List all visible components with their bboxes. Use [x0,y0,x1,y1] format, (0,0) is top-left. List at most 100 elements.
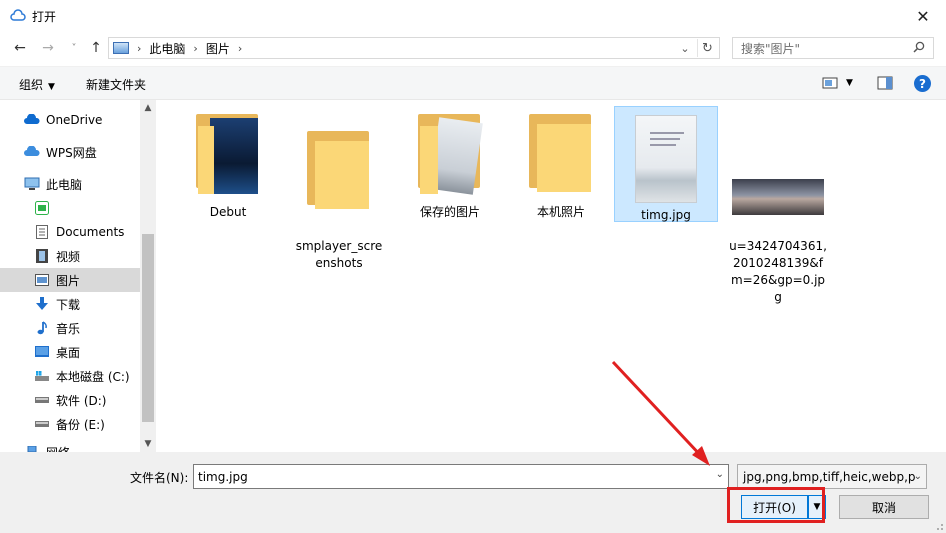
close-icon: ✕ [916,6,930,26]
sidebar-item-drive-c[interactable]: 本地磁盘 (C:) [0,364,140,388]
open-button[interactable]: 打开(O) [741,495,808,519]
up-button[interactable]: ↑ [86,38,106,58]
scrollbar-thumb[interactable] [142,234,154,422]
folder-thumbnail [196,114,260,198]
cancel-label: 取消 [871,500,896,515]
filename-label: 文件名(N): [130,471,189,485]
drive-c-icon [34,369,50,383]
open-options-dropdown[interactable]: ▼ [808,495,826,519]
drive-icon [34,393,50,407]
chevron-right-icon: › [137,41,142,55]
title-bar: 打开 ✕ [0,0,946,32]
sidebar-item-wps-cloud[interactable]: WPS网盘 [0,140,140,164]
file-item-timg[interactable]: timg.jpg [614,106,718,222]
filename-value: timg.jpg [198,469,248,484]
folder-thumbnail [418,114,483,198]
file-name: timg.jpg [641,208,691,222]
sidebar-item-label: 此电脑 [46,177,83,192]
sidebar-item-network[interactable]: 网络 [0,440,140,452]
address-dropdown-icon[interactable]: ⌄ [677,40,693,56]
cancel-button[interactable]: 取消 [839,495,929,519]
filetype-value: jpg,png,bmp,tiff,heic,webp,p [743,469,916,484]
file-item-baidu-image[interactable]: u=3424704361, 2010248139&f m=26&gp=0.jp … [726,162,830,323]
resize-grip-icon[interactable] [934,521,944,531]
folder-item-saved-pictures[interactable]: 保存的图片 [398,114,502,221]
music-icon [34,321,50,335]
breadcrumb-pictures[interactable]: 图片 [206,40,230,57]
file-name: Debut [209,205,247,219]
network-icon [24,445,40,452]
up-arrow-icon: ↑ [90,40,102,56]
filetype-select[interactable]: jpg,png,bmp,tiff,heic,webp,p ⌄ [737,464,927,489]
close-button[interactable]: ✕ [900,0,946,32]
help-icon: ? [919,76,926,91]
chevron-down-icon[interactable]: ⌄ [914,471,922,482]
forward-arrow-icon: → [42,40,54,56]
sidebar-item-label: WPS网盘 [46,145,97,160]
help-button[interactable]: ? [914,75,931,92]
breadcrumb-this-pc[interactable]: 此电脑 [149,40,185,57]
sidebar-item-this-pc[interactable]: 此电脑 [0,172,140,196]
drive-icon [34,417,50,431]
window-title: 打开 [32,10,57,24]
sidebar-scrollbar[interactable]: ▲ ▼ [140,100,156,452]
computer-icon [24,177,40,191]
download-icon [34,297,50,311]
back-arrow-icon: ← [14,40,26,56]
view-dropdown-icon[interactable]: ▼ [846,78,853,88]
sidebar-item-label: 音乐 [56,321,81,336]
navigation-pane: OneDrive WPS网盘 此电脑 Documents 视频 图片 下载 音乐… [0,100,156,452]
sidebar-item-wps-app[interactable] [0,196,140,220]
sidebar-item-videos[interactable]: 视频 [0,244,140,268]
dropdown-arrow-icon: ▼ [813,502,821,512]
file-name: 本机照片 [536,205,585,219]
file-name: 保存的图片 [419,205,480,219]
address-bar[interactable]: › 此电脑 › 图片 › ⌄ ↻ [108,37,720,59]
search-input[interactable]: 搜索"图片" [732,37,934,59]
sidebar-item-label: 备份 (E:) [56,417,105,432]
video-icon [34,249,50,263]
chevron-right-icon[interactable]: › [238,42,242,55]
folder-thumbnail [307,131,371,215]
search-icon [913,41,925,53]
sidebar-item-label: 本地磁盘 (C:) [56,369,130,384]
view-options-icon[interactable] [822,75,838,91]
new-folder-button[interactable]: 新建文件夹 [86,76,146,93]
sidebar-item-documents[interactable]: Documents [0,220,140,244]
sidebar-item-label: 软件 (D:) [56,393,107,408]
organize-menu[interactable]: 组织 ▼ [19,76,55,93]
sidebar-item-drive-d[interactable]: 软件 (D:) [0,388,140,412]
sidebar-item-label: 图片 [56,273,81,288]
sidebar-item-label: 桌面 [56,345,81,360]
sidebar-item-drive-e[interactable]: 备份 (E:) [0,412,140,436]
sidebar-item-onedrive[interactable]: OneDrive [0,108,140,132]
file-name: u=3424704361, 2010248139&f m=26&gp=0.jp … [729,239,827,304]
scroll-up-icon[interactable]: ▲ [140,100,156,116]
new-folder-label: 新建文件夹 [86,78,147,92]
documents-icon [34,225,50,239]
sidebar-item-music[interactable]: 音乐 [0,316,140,340]
filename-input[interactable]: timg.jpg ⌄ [193,464,729,489]
preview-pane-icon[interactable] [877,75,893,91]
image-thumbnail [732,179,824,215]
image-thumbnail [635,115,697,203]
recent-locations-button[interactable]: ˅ [64,38,84,58]
pictures-icon [34,273,50,287]
sidebar-item-label: Documents [56,225,125,239]
sidebar-item-downloads[interactable]: 下载 [0,292,140,316]
sidebar-item-pictures[interactable]: 图片 [0,268,140,292]
back-button[interactable]: ← [10,38,30,58]
folder-item-local-photos[interactable]: 本机照片 [509,114,613,221]
search-placeholder: 搜索"图片" [741,41,801,56]
wps-app-icon [34,201,50,215]
forward-button[interactable]: → [38,38,58,58]
sidebar-item-desktop[interactable]: 桌面 [0,340,140,364]
refresh-icon[interactable]: ↻ [697,39,717,57]
scroll-down-icon[interactable]: ▼ [140,436,156,452]
folder-item-debut[interactable]: Debut [176,114,280,221]
chevron-down-icon[interactable]: ⌄ [716,469,724,480]
sidebar-item-label: OneDrive [46,113,103,127]
command-bar: 组织 ▼ 新建文件夹 ▼ ? [0,66,946,100]
dropdown-arrow-icon: ▼ [48,82,55,92]
folder-item-smplayer-screenshots[interactable]: smplayer_scre enshots [287,114,391,289]
